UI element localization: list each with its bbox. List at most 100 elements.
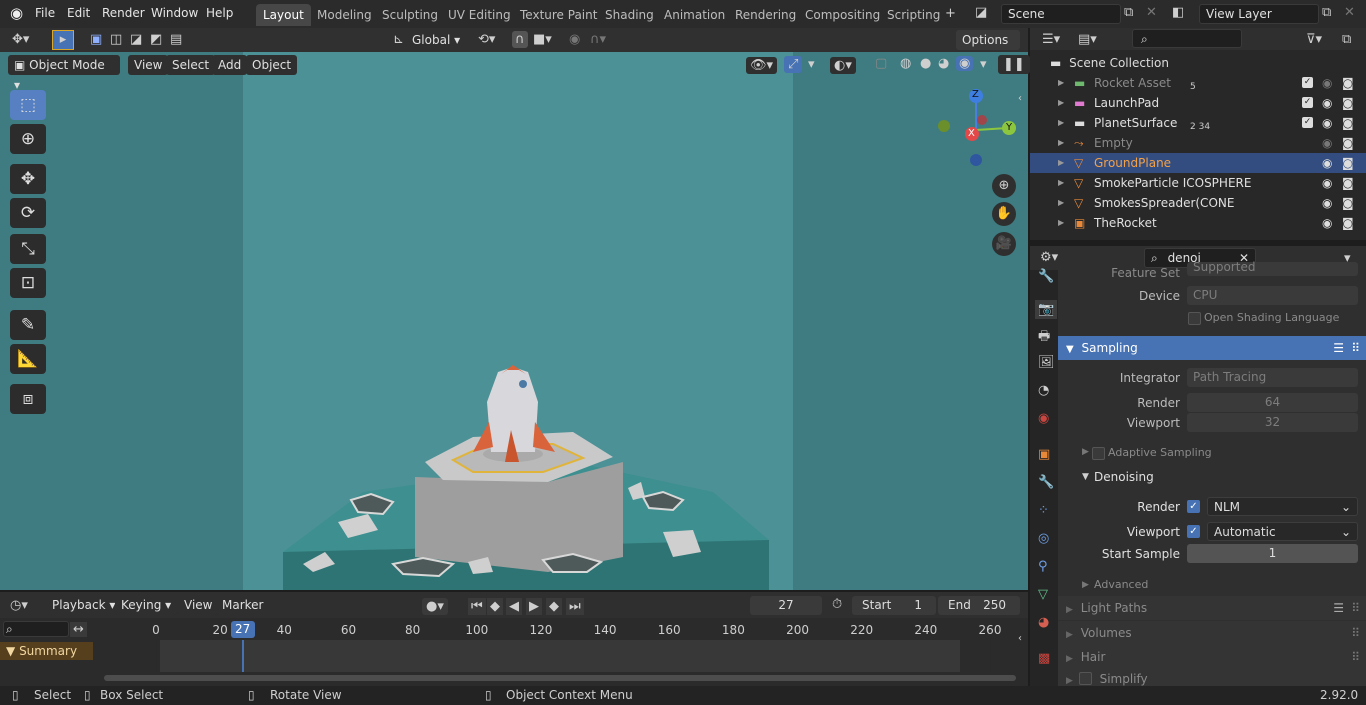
tab-rendering[interactable]: Rendering <box>728 4 803 26</box>
advanced-expand-icon[interactable]: ▶ <box>1082 580 1089 590</box>
render-camera-icon[interactable]: ◙ <box>1342 133 1354 153</box>
denoise-render-dropdown[interactable]: NLM ⌄ <box>1207 497 1358 516</box>
integrator-dropdown[interactable]: Path Tracing <box>1187 368 1358 387</box>
scene-tab-icon[interactable]: ◔ <box>1038 384 1049 397</box>
outliner-row[interactable]: ▶ ▽ SmokesSpreader(CONE ◉ ◙ <box>1030 193 1366 213</box>
render-camera-icon[interactable]: ◙ <box>1342 153 1354 173</box>
new-collection-icon[interactable]: ⧉ <box>1342 33 1351 46</box>
visibility-eye-icon[interactable]: ◉ <box>1322 133 1332 153</box>
timeline-scrollbar[interactable] <box>104 675 1016 681</box>
select-mode-set-icon[interactable]: ▣ <box>90 33 102 46</box>
simplify-checkbox[interactable] <box>1078 672 1092 685</box>
particles-tab-icon[interactable]: ⁘ <box>1038 504 1049 517</box>
adaptive-sampling-checkbox[interactable] <box>1092 447 1105 460</box>
add-menu[interactable]: Add <box>212 55 248 75</box>
3d-viewport[interactable]: ▣ Object Mode ▾ View Select Add Object 👁… <box>0 52 1030 590</box>
menu-window[interactable]: Window <box>151 6 198 20</box>
sidebar-toggle-icon[interactable]: ‹ <box>1018 634 1022 644</box>
solid-shading-icon[interactable]: ● <box>920 57 931 70</box>
playhead-frame-badge[interactable]: 27 <box>230 621 255 638</box>
osl-checkbox[interactable] <box>1188 312 1201 325</box>
gizmo-dropdown-icon[interactable]: ▾ <box>808 58 815 71</box>
device-dropdown[interactable]: CPU <box>1187 286 1358 305</box>
light-paths-panel[interactable]: ▶ Light Paths ☰ ⠿ <box>1058 596 1366 620</box>
exclude-checkbox[interactable]: ✓ <box>1302 77 1313 88</box>
dopesheet-area[interactable] <box>160 640 960 672</box>
mode-dropdown[interactable]: ▣ Object Mode ▾ <box>8 55 120 92</box>
render-camera-icon[interactable]: ◙ <box>1342 173 1354 193</box>
menu-edit[interactable]: Edit <box>67 6 90 20</box>
modifier-tab-icon[interactable]: 🔧 <box>1038 476 1054 489</box>
tool-tab-icon[interactable]: 🔧 <box>1038 270 1054 283</box>
menu-help[interactable]: Help <box>206 6 233 20</box>
material-tab-icon[interactable]: ◕ <box>1038 616 1049 629</box>
select-menu[interactable]: Select <box>166 55 216 75</box>
sidebar-toggle-icon[interactable]: ‹ <box>1018 94 1022 104</box>
proportional-edit-icon[interactable]: ◉ <box>569 33 580 46</box>
display-mode-icon[interactable]: ▤▾ <box>1078 33 1097 46</box>
expand-arrow-icon[interactable]: ▶ <box>1058 113 1064 133</box>
orientation-dropdown[interactable]: Global ▾ <box>406 30 468 50</box>
editor-type-icon[interactable]: ⚙▾ <box>1040 251 1058 264</box>
scene-icon[interactable]: ◪ <box>975 6 987 19</box>
select-mode-subtract-icon[interactable]: ◪ <box>130 33 142 46</box>
transform-icon[interactable]: ✥▾ <box>12 33 29 46</box>
drag-handle-icon[interactable]: ⠿ <box>1351 336 1360 360</box>
orientation-icon[interactable]: ⊾ <box>393 33 404 46</box>
expand-arrow-icon[interactable]: ▶ <box>1058 193 1064 213</box>
select-mode-intersect-icon[interactable]: ▤ <box>170 33 182 46</box>
snap-icon[interactable]: ∩ <box>512 31 528 48</box>
cursor-tool[interactable]: ⊕ <box>10 124 46 154</box>
visibility-eye-icon[interactable]: ◉ <box>1322 93 1332 113</box>
falloff-icon[interactable]: ∩▾ <box>590 33 606 46</box>
tab-shading[interactable]: Shading <box>598 4 661 26</box>
denoising-expand-icon[interactable]: ▼ <box>1082 472 1089 482</box>
render-samples-field[interactable]: 64 <box>1187 393 1358 412</box>
tab-animation[interactable]: Animation <box>657 4 732 26</box>
tab-layout[interactable]: Layout <box>256 4 311 26</box>
visibility-eye-icon[interactable]: ◉ <box>1322 153 1332 173</box>
summary-channel[interactable]: ▼ Summary <box>0 642 93 660</box>
rendered-shading-icon[interactable]: ◉ <box>956 56 974 71</box>
render-camera-icon[interactable]: ◙ <box>1342 193 1354 213</box>
view-layer-tab-icon[interactable]: 🖼 <box>1038 356 1055 369</box>
measure-tool[interactable]: 📐 <box>10 344 46 374</box>
outliner-search-input[interactable]: ⌕ <box>1132 29 1242 48</box>
close-icon[interactable]: ✕ <box>1146 6 1157 19</box>
denoise-viewport-checkbox[interactable]: ✓ <box>1187 525 1200 538</box>
hair-panel[interactable]: ▶ Hair ⠿ <box>1058 645 1366 669</box>
presets-icon[interactable]: ☰ <box>1333 596 1344 620</box>
outliner-row[interactable]: ▶ ▽ SmokeParticle ICOSPHERE ◉ ◙ <box>1030 173 1366 193</box>
material-shading-icon[interactable]: ◕ <box>938 57 949 70</box>
constraints-tab-icon[interactable]: ⚲ <box>1038 560 1048 573</box>
view-layer-icon[interactable]: ◧ <box>1172 6 1184 19</box>
select-mode-extend-icon[interactable]: ◫ <box>110 33 122 46</box>
close-icon[interactable]: ✕ <box>1344 6 1355 19</box>
outliner-scene-collection[interactable]: ▬ Scene Collection <box>1030 53 1366 73</box>
options-dropdown[interactable]: Options ▾ <box>956 30 1020 67</box>
adaptive-expand-icon[interactable]: ▶ <box>1082 447 1089 457</box>
sampling-panel-header[interactable]: ▼ Sampling ☰ ⠿ <box>1058 336 1366 360</box>
annotate-tool[interactable]: ✎ <box>10 310 46 340</box>
shading-dropdown-icon[interactable]: ▾ <box>980 58 987 71</box>
tab-uv-editing[interactable]: UV Editing <box>441 4 518 26</box>
zoom-icon[interactable]: ⊕ <box>992 174 1016 198</box>
copy-scene-icon[interactable]: ⧉ <box>1124 6 1133 19</box>
outliner-row[interactable]: ▶ ⤳ Empty ◉ ◙ <box>1030 133 1366 153</box>
physics-tab-icon[interactable]: ◎ <box>1038 532 1049 545</box>
select-tool-icon[interactable]: ▸ <box>52 30 74 50</box>
outliner-row[interactable]: ▶ ▬ LaunchPad ✓ ◉ ◙ <box>1030 93 1366 113</box>
wireframe-shading-icon[interactable]: ◍ <box>900 57 911 70</box>
feature-set-dropdown[interactable]: Supported <box>1187 261 1358 276</box>
exclude-checkbox[interactable]: ✓ <box>1302 117 1313 128</box>
tab-scripting[interactable]: Scripting <box>880 4 947 26</box>
expand-arrow-icon[interactable]: ▶ <box>1058 133 1064 153</box>
render-camera-icon[interactable]: ◙ <box>1342 213 1354 233</box>
visibility-eye-icon[interactable]: ◉ <box>1322 173 1332 193</box>
outliner-row[interactable]: ▶ ▬ PlanetSurface ✓ ◉ ◙ 2 34 <box>1030 113 1366 133</box>
select-mode-invert-icon[interactable]: ◩ <box>150 33 162 46</box>
scale-tool[interactable]: ⤡ <box>10 234 46 264</box>
swap-arrows-icon[interactable]: ↔ <box>70 622 87 637</box>
start-sample-field[interactable]: 1 <box>1187 544 1358 563</box>
outliner-row[interactable]: ▶ ▣ TheRocket ◉ ◙ <box>1030 213 1366 233</box>
